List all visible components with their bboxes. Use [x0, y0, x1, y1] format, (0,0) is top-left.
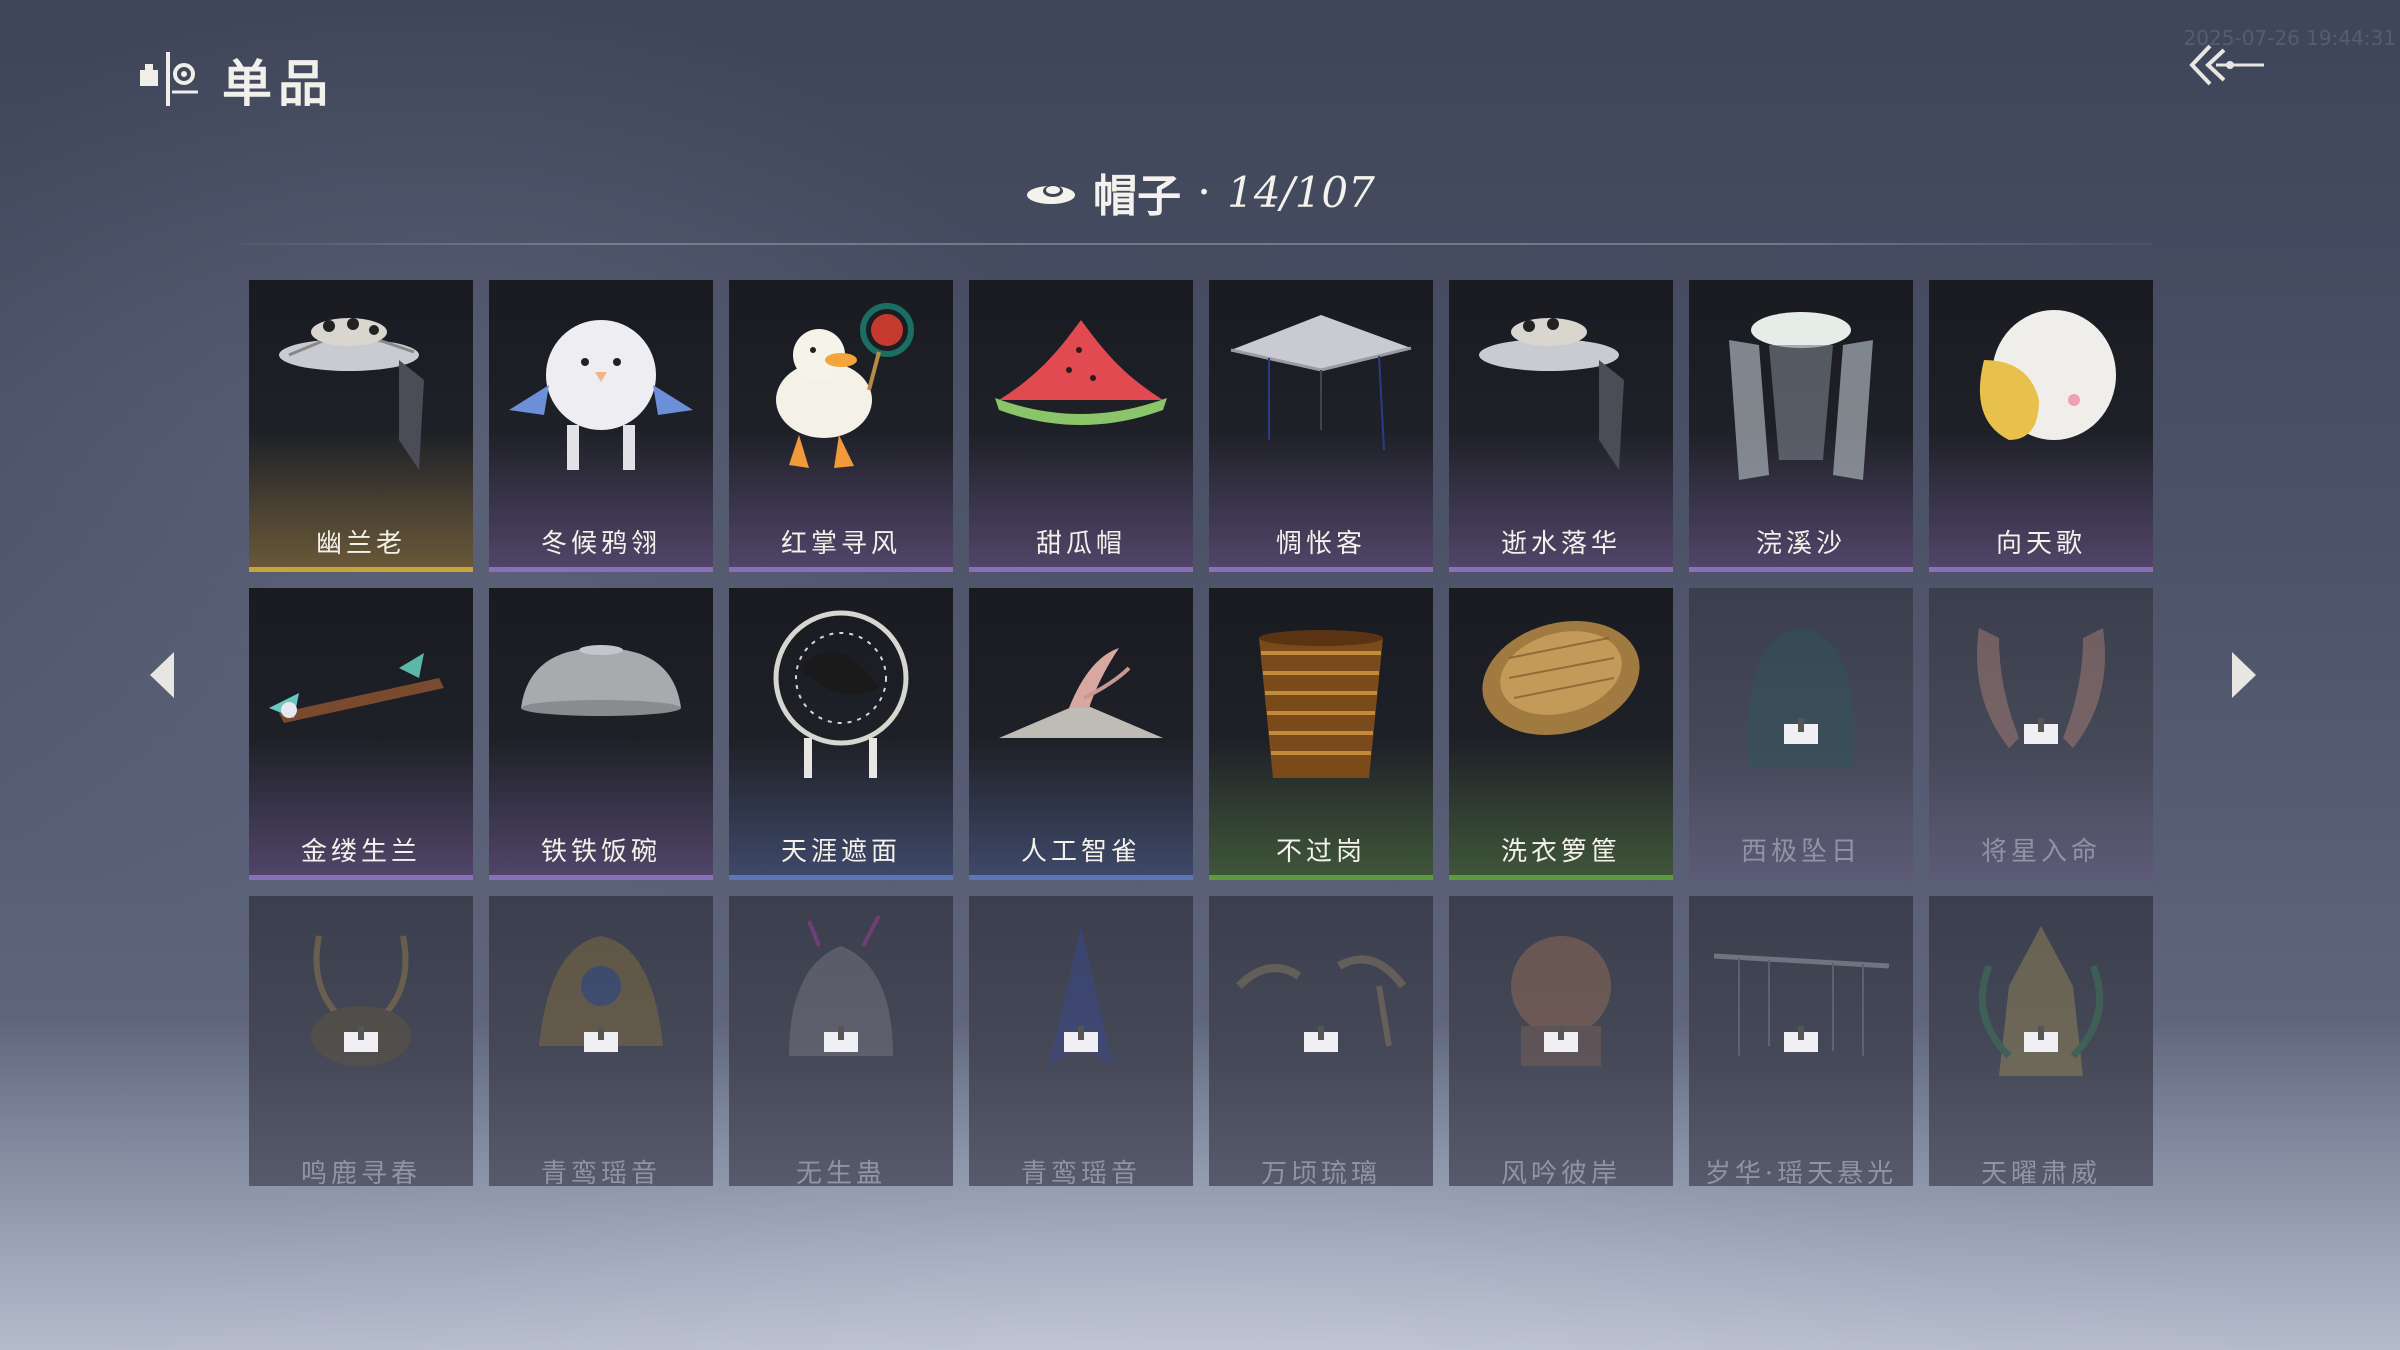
item-name: 逝水落华: [1500, 529, 1621, 559]
item-name: 万顷琉璃: [1260, 1159, 1381, 1186]
item-card[interactable]: 将星入命: [1929, 588, 2153, 880]
item-name: 向天歌: [1995, 529, 2086, 559]
item-card[interactable]: 天曜肃威: [1929, 896, 2153, 1186]
lock-icon: [1304, 1026, 1338, 1052]
hat-icon: [1027, 185, 1076, 204]
item-card[interactable]: 岁华·瑶天悬光: [1689, 896, 1913, 1186]
lock-icon: [1544, 1026, 1578, 1052]
item-card[interactable]: 万顷琉璃: [1209, 896, 1433, 1186]
item-name: 青鸾瑶音: [1020, 1159, 1141, 1186]
melon-hat-icon: [995, 320, 1167, 425]
duck-hat-icon: [776, 303, 914, 468]
item-card[interactable]: 金缕生兰: [249, 588, 473, 880]
item-card[interactable]: 冬候鸦翎: [489, 280, 713, 572]
straw-hat-icon: [1230, 315, 1412, 451]
item-name: 甜瓜帽: [1035, 529, 1126, 559]
fan-hat-icon: [773, 610, 909, 778]
beaded-hat-icon: [1713, 953, 1890, 1056]
item-card[interactable]: 洗衣箩筐: [1449, 588, 1673, 880]
item-name: 西极坠日: [1740, 837, 1861, 867]
goose-hood-icon: [1979, 310, 2116, 440]
item-card[interactable]: 天涯遮面: [729, 588, 953, 880]
lotus-veil-icon: [1729, 312, 1873, 480]
wardrobe-logo-icon: [140, 52, 198, 106]
lock-icon: [344, 1026, 378, 1052]
item-name: 风吟彼岸: [1500, 1159, 1621, 1186]
item-grid: 幽兰老 冬候鸦翎 红掌寻风 甜瓜帽 惆怅客 逝水落华 浣溪沙 向天歌 金缕生兰 …: [249, 280, 2153, 1186]
item-name: 青鸾瑶音: [540, 1159, 661, 1186]
item-card[interactable]: 幽兰老: [249, 280, 473, 572]
item-card[interactable]: 风吟彼岸: [1449, 896, 1673, 1186]
back-arrow-icon[interactable]: [2186, 40, 2266, 90]
item-name: 天涯遮面: [780, 837, 901, 867]
item-card[interactable]: 向天歌: [1929, 280, 2153, 572]
basket-icon: [1482, 620, 1640, 736]
hood-icon: [1747, 628, 1855, 768]
item-name: 洗衣箩筐: [1500, 837, 1621, 867]
bird-hat-icon: [999, 648, 1163, 738]
insect-crown-icon: [789, 915, 893, 1056]
item-card[interactable]: 青鸾瑶音: [489, 896, 713, 1186]
page-title: 单品: [222, 54, 334, 113]
item-name: 冬候鸦翎: [540, 529, 661, 559]
item-card[interactable]: 逝水落华: [1449, 280, 1673, 572]
item-card[interactable]: 铁铁饭碗: [489, 588, 713, 880]
item-name: 无生蛊: [795, 1159, 886, 1186]
item-card[interactable]: 无生蛊: [729, 896, 953, 1186]
header-divider: [242, 243, 2152, 245]
glass-crown-icon: [1236, 955, 1407, 1047]
item-card[interactable]: 甜瓜帽: [969, 280, 1193, 572]
plush-bird-hat-icon: [509, 320, 693, 470]
item-card[interactable]: 西极坠日: [1689, 588, 1913, 880]
lock-icon: [1784, 1026, 1818, 1052]
lantern-hat-icon: [279, 318, 424, 470]
item-name: 金缕生兰: [300, 837, 421, 867]
item-card[interactable]: 青鸾瑶音: [969, 896, 1193, 1186]
flower-crown-icon: [1511, 936, 1611, 1066]
category-label: 帽子: [1093, 171, 1182, 222]
item-card[interactable]: 人工智雀: [969, 588, 1193, 880]
category-separator: ·: [1197, 166, 1212, 218]
lock-icon: [1784, 718, 1818, 744]
feather-helm-icon: [1977, 628, 2105, 748]
dragon-helm-icon: [1978, 926, 2104, 1076]
item-card[interactable]: 浣溪沙: [1689, 280, 1913, 572]
item-name: 人工智雀: [1020, 837, 1141, 867]
item-name: 红掌寻风: [780, 529, 901, 559]
item-name: 惆怅客: [1275, 529, 1366, 559]
item-name: 鸣鹿寻春: [300, 1159, 421, 1186]
item-name: 铁铁饭碗: [540, 837, 661, 867]
iron-bowl-icon: [521, 645, 681, 716]
plume-icon: [1049, 926, 1113, 1066]
item-name: 不过岗: [1275, 837, 1366, 867]
item-name: 将星入命: [1980, 837, 2101, 867]
item-card[interactable]: 红掌寻风: [729, 280, 953, 572]
hairpin-icon: [269, 653, 444, 723]
item-name: 天曜肃威: [1980, 1159, 2101, 1186]
item-name: 浣溪沙: [1755, 529, 1846, 559]
category-header: 帽子 · 14/107: [0, 160, 2400, 224]
category-count: 14/107: [1227, 167, 1375, 217]
item-name: 幽兰老: [315, 529, 406, 559]
phoenix-crown-icon: [539, 936, 663, 1046]
next-page-arrow-icon[interactable]: [2222, 648, 2266, 702]
item-card[interactable]: 鸣鹿寻春: [249, 896, 473, 1186]
bowl-stack-icon: [1259, 630, 1383, 778]
item-name: 岁华·瑶天悬光: [1704, 1159, 1898, 1186]
veil-hat-icon: [1479, 318, 1624, 470]
lock-icon: [2024, 718, 2058, 744]
item-card[interactable]: 惆怅客: [1209, 280, 1433, 572]
item-card[interactable]: 不过岗: [1209, 588, 1433, 880]
prev-page-arrow-icon[interactable]: [140, 648, 184, 702]
lock-icon: [584, 1026, 618, 1052]
antler-crown-icon: [311, 935, 411, 1066]
lock-icon: [2024, 1026, 2058, 1052]
lock-icon: [1064, 1026, 1098, 1052]
lock-icon: [824, 1026, 858, 1052]
